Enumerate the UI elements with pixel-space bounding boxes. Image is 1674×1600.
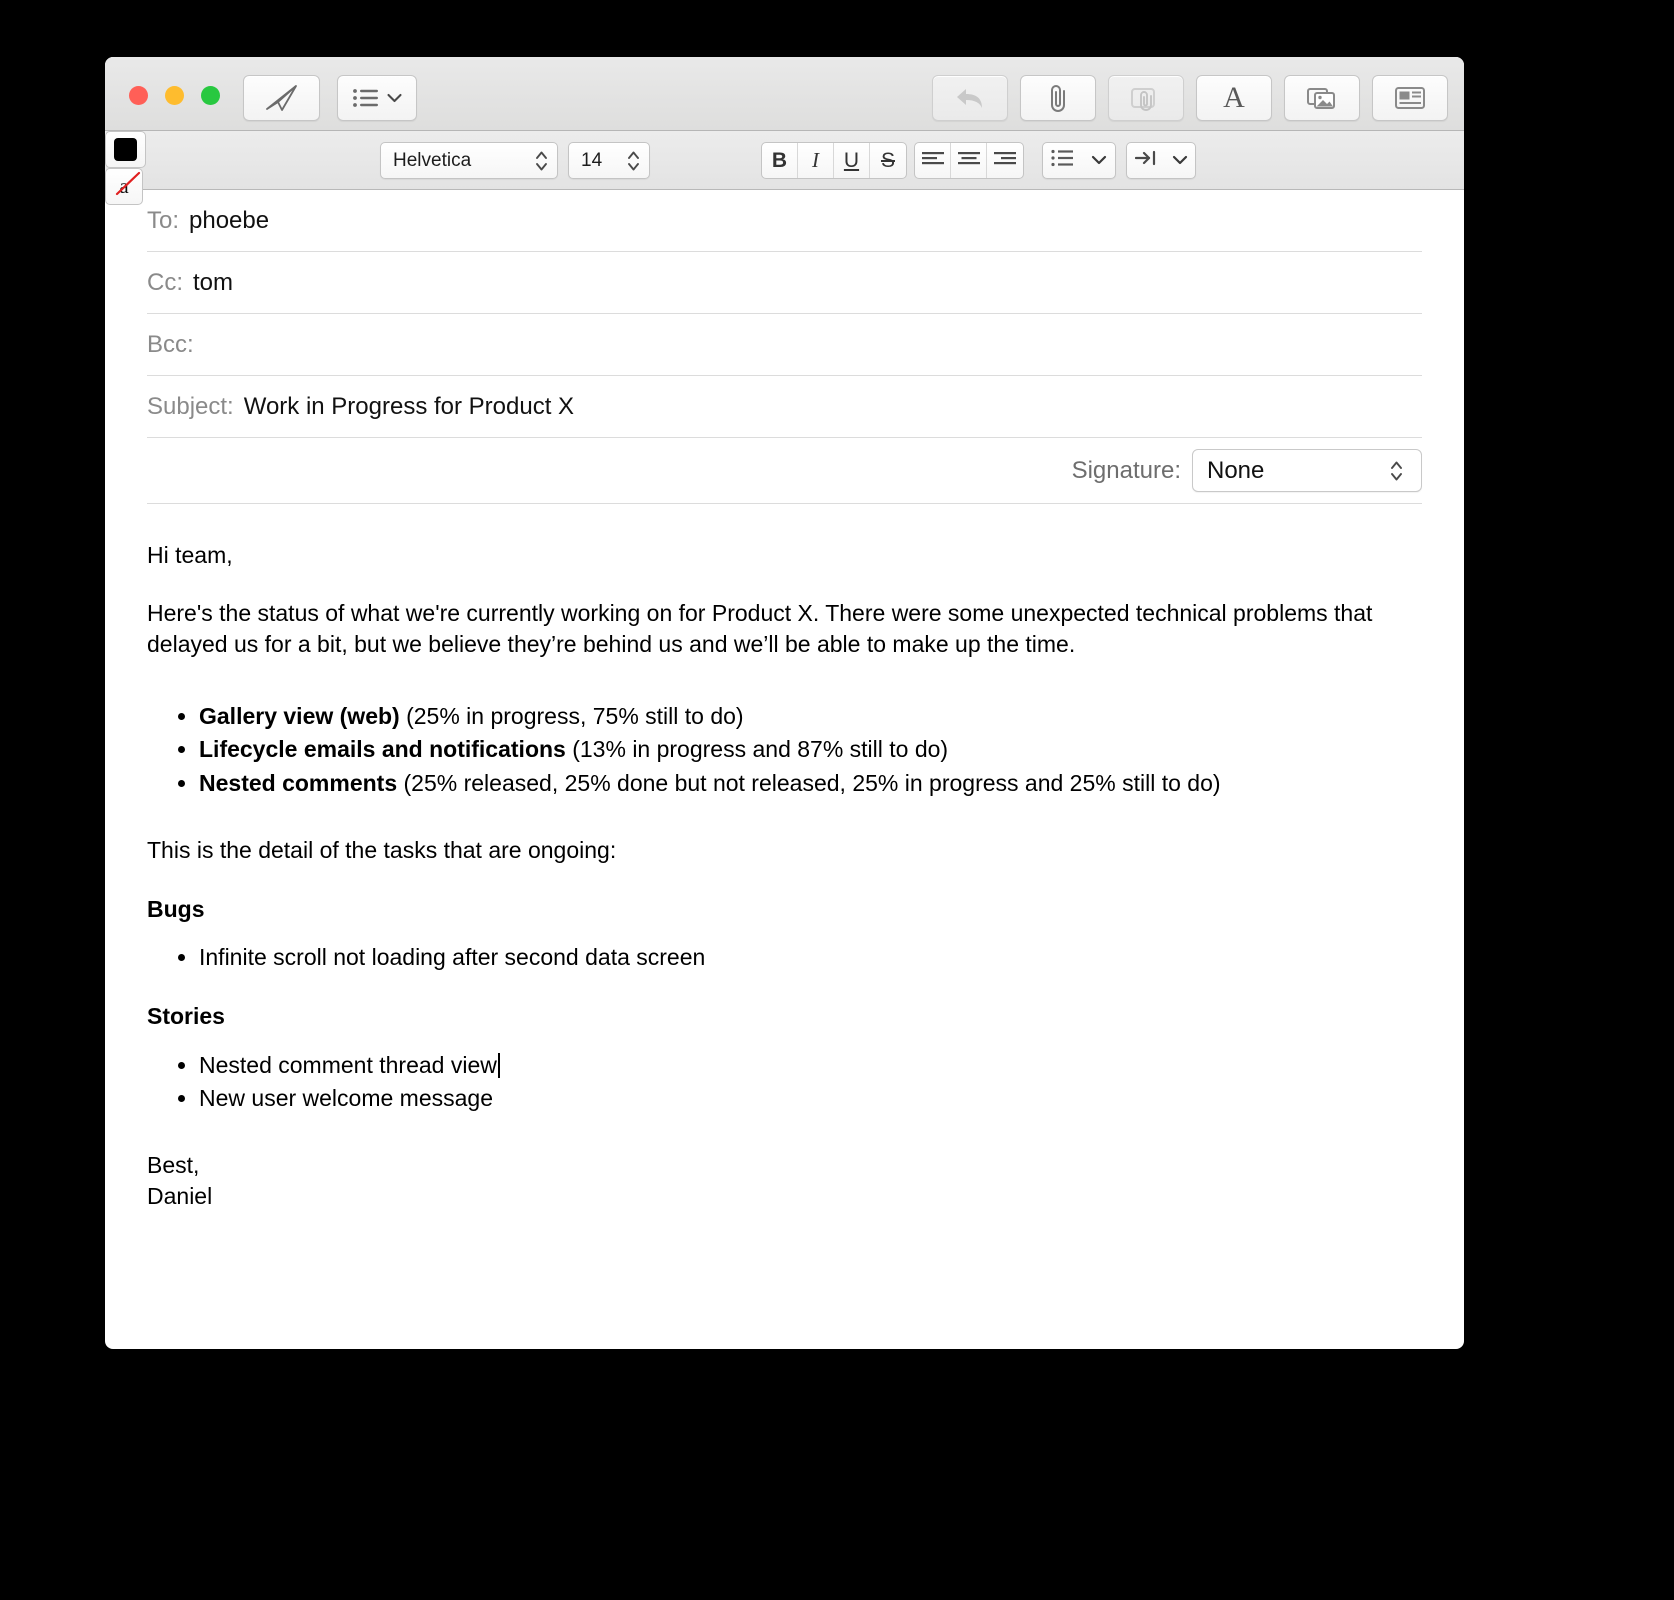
close-button[interactable]: [129, 86, 148, 105]
list-item: Nested comments (25% released, 25% done …: [199, 768, 1422, 798]
cc-input[interactable]: tom: [193, 269, 233, 297]
bugs-list: Infinite scroll not loading after second…: [199, 942, 1422, 972]
format-toolbar: Helvetica 14 a B I U S: [105, 131, 1464, 205]
send-button[interactable]: [243, 75, 320, 121]
status-list: Gallery view (web) (25% in progress, 75%…: [199, 701, 1422, 798]
cc-label: Cc:: [147, 268, 183, 296]
fonts-button[interactable]: A: [1196, 75, 1272, 121]
send-icon: [265, 83, 299, 113]
stepper-icon: [1389, 458, 1404, 484]
bcc-label: Bcc:: [147, 330, 194, 358]
clear-formatting-button[interactable]: a: [105, 168, 143, 205]
reply-icon: [953, 84, 987, 112]
list-icon: [352, 88, 380, 108]
section-heading-bugs: Bugs: [147, 895, 205, 922]
strikethrough-button[interactable]: S: [870, 143, 906, 178]
font-size-select[interactable]: 14: [568, 142, 650, 179]
bold-label: B: [771, 148, 788, 172]
header-fields-button[interactable]: [337, 75, 417, 121]
section-heading-stories: Stories: [147, 1003, 225, 1030]
font-a-icon: A: [1223, 81, 1245, 114]
align-right-icon: [994, 149, 1016, 173]
text-color-button[interactable]: [105, 131, 146, 168]
list-style-menu[interactable]: [1042, 142, 1116, 179]
font-size-value: 14: [581, 149, 603, 171]
bulleted-list-icon: [1051, 149, 1075, 172]
body-greeting: Hi team,: [147, 542, 233, 568]
font-family-value: Helvetica: [393, 149, 472, 171]
reply-button[interactable]: [932, 75, 1008, 121]
cc-field-row[interactable]: Cc: tom: [147, 252, 1422, 314]
traffic-lights: [129, 86, 220, 105]
subject-field-row[interactable]: Subject: Work in Progress for Product X: [147, 376, 1422, 438]
zoom-button[interactable]: [201, 86, 220, 105]
stationery-button[interactable]: [1372, 75, 1448, 121]
align-center-icon: [957, 149, 980, 173]
to-field-row[interactable]: To: phoebe: [147, 190, 1422, 252]
chevron-down-icon: [1172, 152, 1188, 170]
status-item-title: Gallery view (web): [199, 703, 400, 730]
subject-label: Subject:: [147, 392, 234, 420]
align-right-button[interactable]: [987, 143, 1023, 178]
subject-input[interactable]: Work in Progress for Product X: [244, 393, 574, 421]
font-family-select[interactable]: Helvetica: [380, 142, 558, 179]
align-left-button[interactable]: [915, 143, 951, 178]
list-item: Gallery view (web) (25% in progress, 75%…: [199, 701, 1422, 731]
stepper-icon: [626, 148, 641, 174]
clear-formatting-icon: a: [116, 171, 141, 199]
strikethrough-label: S: [880, 148, 895, 172]
align-left-icon: [921, 149, 944, 173]
paperclip-icon: [1045, 82, 1071, 114]
chevron-down-icon: [1091, 152, 1107, 170]
bcc-field-row[interactable]: Bcc:: [147, 314, 1422, 376]
list-item: Infinite scroll not loading after second…: [199, 942, 1422, 972]
signoff-line-2: Daniel: [147, 1182, 213, 1209]
photo-browser-icon: [1306, 85, 1338, 111]
indent-icon: [1134, 150, 1157, 171]
status-item-detail: (25% in progress, 75% still to do): [406, 703, 744, 730]
text-cursor: [497, 1052, 500, 1078]
color-swatch: [114, 138, 137, 161]
underline-button[interactable]: U: [834, 143, 870, 178]
italic-label: I: [812, 148, 819, 172]
stationery-icon: [1394, 85, 1426, 111]
body-detail-intro: This is the detail of the tasks that are…: [147, 837, 617, 864]
mail-compose-window: A Helvetica 14 a B I U S To: phoebe Cc: …: [105, 57, 1464, 1349]
signature-label: Signature:: [1071, 456, 1181, 484]
signature-row: Signature: None: [147, 438, 1422, 504]
signature-select[interactable]: None: [1192, 449, 1422, 492]
window-titlebar: A: [105, 57, 1464, 131]
alignment-group: [914, 142, 1024, 179]
photo-browser-button[interactable]: [1284, 75, 1360, 121]
stepper-icon: [534, 148, 549, 174]
indent-menu[interactable]: [1126, 142, 1196, 179]
markup-icon: [1129, 84, 1163, 112]
status-item-title: Lifecycle emails and notifications: [199, 736, 566, 763]
status-item-detail: (25% released, 25% done but not released…: [403, 769, 1221, 796]
attach-button[interactable]: [1020, 75, 1096, 121]
text-style-group: B I U S: [761, 142, 907, 179]
body-intro: Here's the status of what we're currentl…: [147, 600, 1373, 657]
signoff-line-1: Best,: [147, 1152, 200, 1179]
list-item: Nested comment thread view: [199, 1050, 1422, 1080]
underline-label: U: [843, 148, 860, 172]
list-item: New user welcome message: [199, 1083, 1422, 1113]
align-center-button[interactable]: [951, 143, 987, 178]
italic-button[interactable]: I: [798, 143, 834, 178]
to-input[interactable]: phoebe: [189, 207, 269, 235]
message-body[interactable]: Hi team, Here's the status of what we're…: [105, 504, 1464, 1211]
markup-button[interactable]: [1108, 75, 1184, 121]
minimize-button[interactable]: [165, 86, 184, 105]
stories-list: Nested comment thread view New user welc…: [199, 1050, 1422, 1114]
bold-button[interactable]: B: [762, 143, 798, 178]
to-label: To:: [147, 206, 180, 234]
list-item: Lifecycle emails and notifications (13% …: [199, 734, 1422, 764]
status-item-detail: (13% in progress and 87% still to do): [572, 736, 949, 763]
signature-value: None: [1207, 456, 1265, 484]
chevron-down-icon: [387, 93, 402, 103]
status-item-title: Nested comments: [199, 769, 398, 796]
story-text: Nested comment thread view: [199, 1051, 497, 1078]
